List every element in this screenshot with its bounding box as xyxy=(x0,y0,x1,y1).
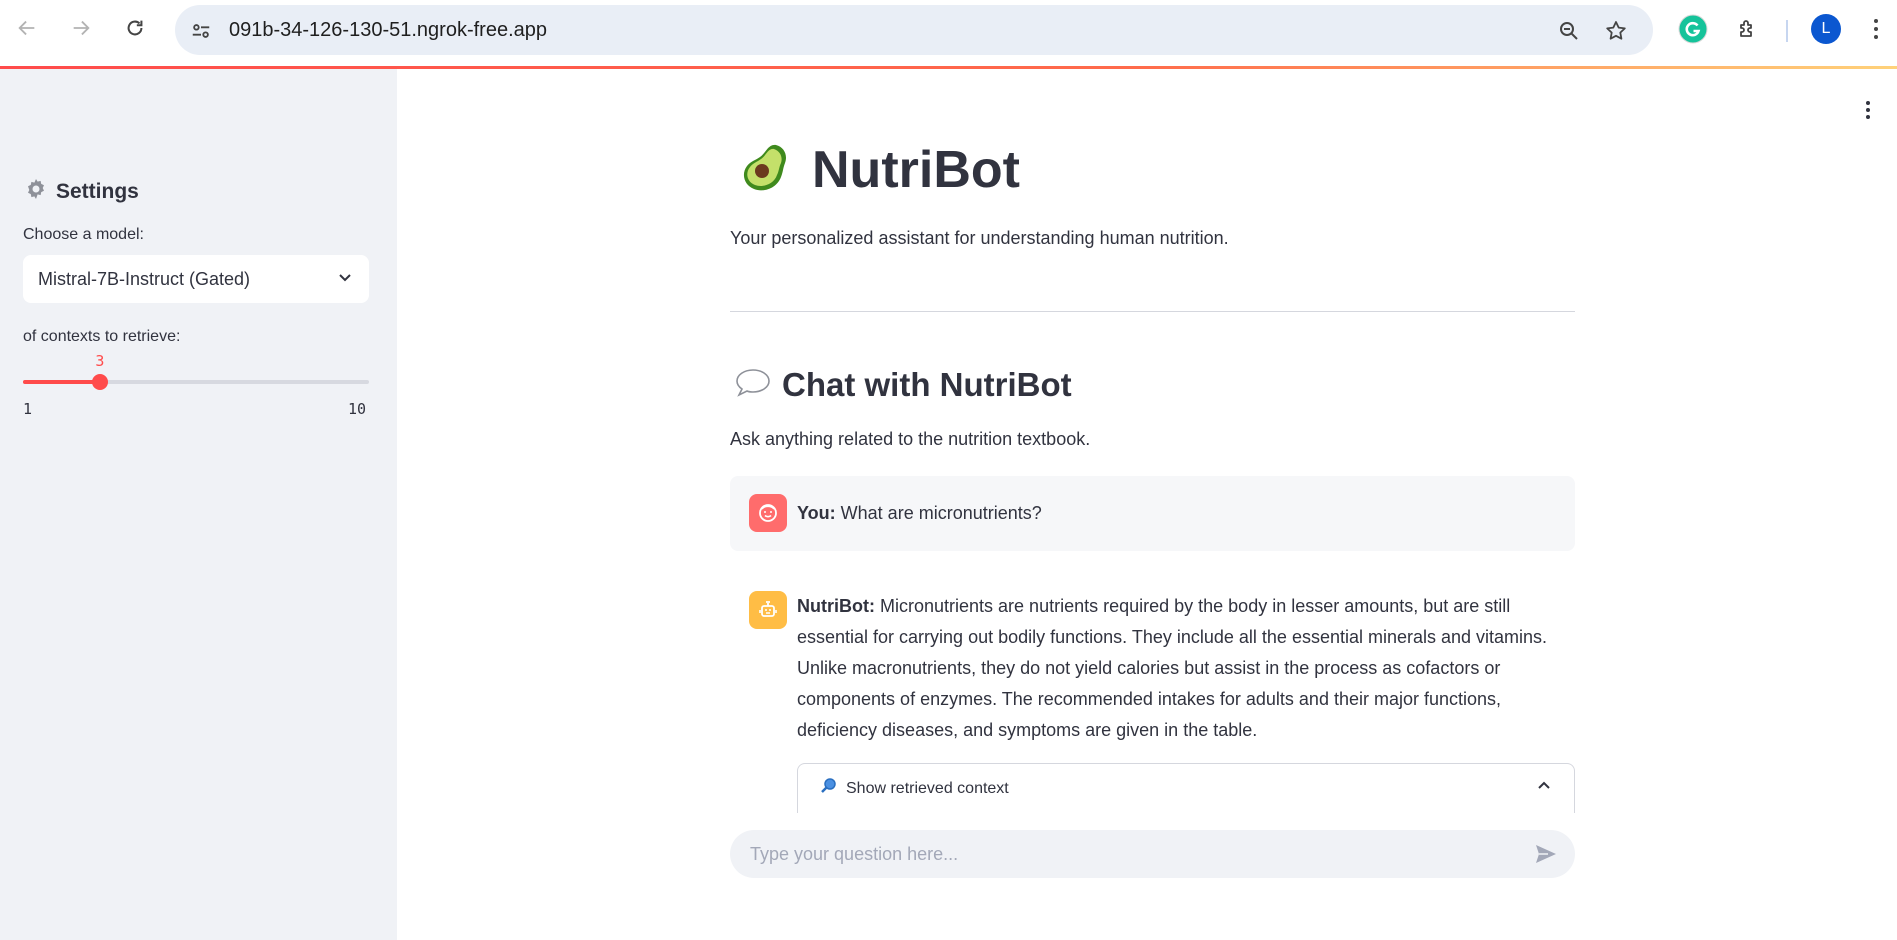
user-role-label: You: xyxy=(797,503,836,523)
avocado-icon xyxy=(738,141,792,200)
site-info-icon[interactable] xyxy=(188,18,214,44)
retrieved-context-expander[interactable]: Show retrieved context xyxy=(797,763,1575,813)
url-text[interactable]: 091b-34-126-130-51.ngrok-free.app xyxy=(229,19,547,42)
user-message-body: What are micronutrients? xyxy=(840,503,1042,523)
chat-message-user: You: What are micronutrients? xyxy=(730,476,1575,551)
model-label: Choose a model: xyxy=(23,226,144,243)
page-title: NutriBot xyxy=(738,140,1020,200)
bookmark-star-icon[interactable] xyxy=(1603,18,1629,44)
send-icon[interactable] xyxy=(1532,841,1560,867)
user-face-icon xyxy=(749,494,787,532)
sidebar-settings-heading: Settings xyxy=(24,177,139,207)
chat-input[interactable] xyxy=(750,830,1510,878)
expander-label: Show retrieved context xyxy=(846,779,1009,797)
browser-menu-icon[interactable] xyxy=(1861,14,1891,44)
reload-icon[interactable] xyxy=(119,12,151,44)
slider-thumb[interactable] xyxy=(91,374,108,390)
bot-message-body: Micronutrients are nutrients required by… xyxy=(797,596,1548,740)
divider xyxy=(730,311,1575,312)
chevron-up-icon xyxy=(1536,778,1552,799)
slider-fill xyxy=(23,380,100,384)
chat-heading-text: Chat with NutriBot xyxy=(782,366,1072,403)
toolbar-separator xyxy=(1786,20,1788,42)
slider-min: 1 xyxy=(23,400,33,418)
chat-heading: Chat with NutriBot xyxy=(734,366,1072,404)
app-subtitle: Your personalized assistant for understa… xyxy=(730,228,1229,248)
slider-max: 10 xyxy=(348,400,367,418)
model-select[interactable]: Mistral-7B-Instruct (Gated) xyxy=(23,255,369,303)
chat-input-bar xyxy=(730,830,1575,878)
robot-icon xyxy=(749,591,787,629)
slider-current-value: 3 xyxy=(95,352,105,370)
bot-message-text: NutriBot: Micronutrients are nutrients r… xyxy=(797,591,1567,746)
chat-subtitle: Ask anything related to the nutrition te… xyxy=(730,429,1091,449)
app-menu-icon[interactable] xyxy=(1858,98,1878,122)
profile-avatar[interactable]: L xyxy=(1811,14,1841,44)
grammarly-icon[interactable] xyxy=(1678,14,1708,44)
forward-arrow-icon[interactable] xyxy=(65,12,97,44)
settings-title: Settings xyxy=(56,180,139,203)
profile-initial: L xyxy=(1811,14,1841,44)
contexts-slider[interactable] xyxy=(23,374,369,390)
model-selected-value: Mistral-7B-Instruct (Gated) xyxy=(38,268,251,289)
gear-icon xyxy=(24,177,48,207)
bot-role-label: NutriBot: xyxy=(797,596,875,616)
back-arrow-icon[interactable] xyxy=(11,12,43,44)
speech-bubble-icon xyxy=(734,367,772,404)
browser-toolbar: 091b-34-126-130-51.ngrok-free.app L xyxy=(0,0,1897,62)
chevron-down-icon xyxy=(337,269,353,290)
extensions-puzzle-icon[interactable] xyxy=(1733,14,1763,44)
user-message-text: You: What are micronutrients? xyxy=(797,498,1042,529)
app-title: NutriBot xyxy=(812,141,1020,199)
magnifier-icon xyxy=(820,777,838,800)
zoom-icon[interactable] xyxy=(1556,18,1582,44)
address-bar[interactable]: 091b-34-126-130-51.ngrok-free.app xyxy=(175,5,1653,55)
contexts-label: of contexts to retrieve: xyxy=(23,328,181,345)
